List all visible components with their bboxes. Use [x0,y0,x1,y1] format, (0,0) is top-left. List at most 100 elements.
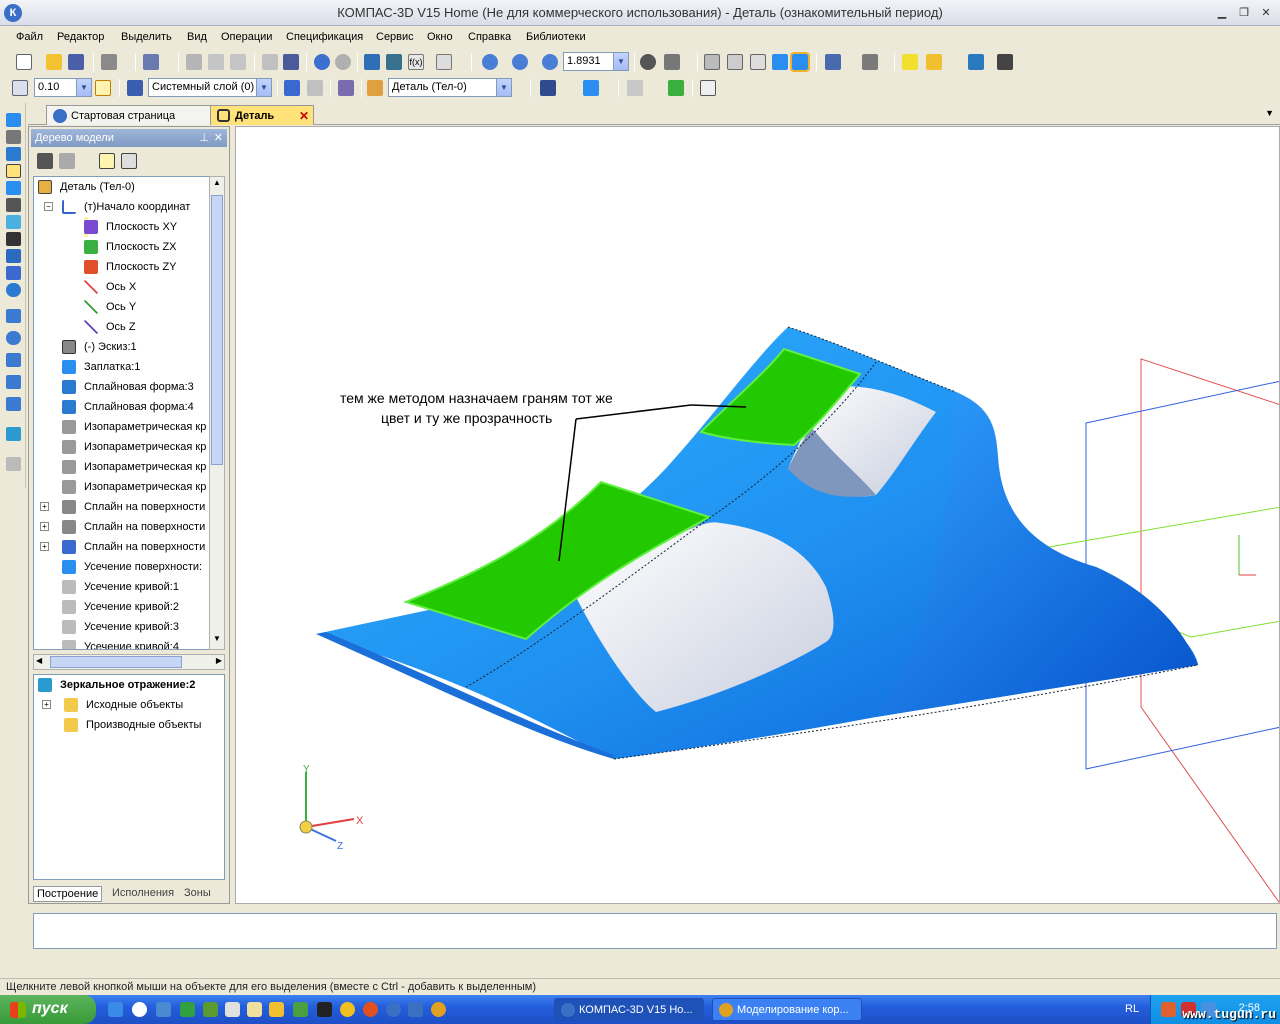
help-pointer-icon[interactable] [436,54,452,70]
quick-launch-icon[interactable] [408,1002,423,1017]
symmetry-icon[interactable] [6,457,21,471]
print-icon[interactable] [101,54,117,70]
menu-operations[interactable]: Операции [221,31,272,43]
editing-icon[interactable] [6,113,21,127]
restore-button[interactable]: ❐ [1236,5,1252,21]
media-icon[interactable] [132,1002,147,1017]
quick-launch-icon[interactable] [293,1002,308,1017]
zoom-window-icon[interactable] [482,54,498,70]
parameter-icon[interactable] [307,80,323,96]
tree-mode-icon[interactable] [99,153,115,169]
tree-horizontal-scrollbar[interactable]: ◀ ▶ [33,654,225,670]
tray-icon[interactable] [1161,1002,1176,1017]
quick-launch-icon[interactable] [203,1002,218,1017]
table-array-icon[interactable] [6,397,21,411]
point-array-icon[interactable] [6,375,21,389]
scroll-up-icon[interactable]: ▲ [211,178,223,192]
tab-start-page[interactable]: Стартовая страница [46,105,236,125]
tree-list-icon[interactable] [59,153,75,169]
spatial-curves-icon[interactable] [6,130,21,144]
part-select[interactable]: Деталь (Тел-0) ▼ [388,78,512,97]
hidden-lines-icon[interactable] [727,54,743,70]
layer-icon[interactable] [127,80,143,96]
menu-edit[interactable]: Редактор [57,31,104,43]
paste-icon[interactable] [230,54,246,70]
hidden-thin-icon[interactable] [750,54,766,70]
tab-detail[interactable]: Деталь ✕ [210,105,314,125]
zoom-icon[interactable] [512,54,528,70]
quick-launch-icon[interactable] [317,1002,332,1017]
menu-libraries[interactable]: Библиотеки [526,31,586,43]
expand-icon[interactable]: + [40,542,49,551]
menu-help[interactable]: Справка [468,31,511,43]
tree-structure-icon[interactable] [37,153,53,169]
chevron-down-icon[interactable]: ▼ [76,79,91,96]
mirror-icon[interactable] [6,427,21,441]
local-cs-icon[interactable] [284,80,300,96]
expand-icon[interactable]: + [42,700,51,709]
layer-select[interactable]: Системный слой (0) ▼ [148,78,272,97]
scroll-left-icon[interactable]: ◀ [36,656,42,665]
assembly-icon[interactable] [926,54,942,70]
quick-launch-icon[interactable] [269,1002,284,1017]
cut-icon[interactable] [186,54,202,70]
tab-zones[interactable]: Зоны [181,886,214,900]
chrome-icon[interactable] [431,1002,446,1017]
menu-select[interactable]: Выделить [121,31,172,43]
dimensions-icon[interactable] [6,198,21,212]
zoom-input[interactable]: 1.8931 ▼ [563,52,629,71]
dimension-icon[interactable] [700,80,716,96]
redo-icon[interactable] [335,54,351,70]
close-tab-icon[interactable]: ✕ [299,109,309,123]
menu-view[interactable]: Вид [187,31,207,43]
scroll-thumb[interactable] [50,656,182,668]
filters-icon[interactable] [6,215,21,229]
selection-filter-icon[interactable] [862,54,878,70]
model-viewport[interactable]: тем же методом назначаем граням тот же ц… [235,126,1280,904]
command-input[interactable] [33,913,1277,949]
undo-icon[interactable] [314,54,330,70]
measure-icon[interactable] [997,54,1013,70]
specification-icon[interactable] [6,232,21,246]
snap-grid-icon[interactable] [12,80,28,96]
quick-launch-icon[interactable] [363,1002,378,1017]
chevron-down-icon[interactable]: ▼ [613,53,628,70]
layers-manager-icon[interactable] [627,80,643,96]
menu-specification[interactable]: Спецификация [286,31,363,43]
function-icon[interactable]: f(x) [408,54,424,70]
task-browser[interactable]: Моделирование кор... [712,998,862,1021]
collapse-icon[interactable]: − [44,202,53,211]
variables-icon[interactable] [968,54,984,70]
menu-service[interactable]: Сервис [376,31,414,43]
circular-array-icon[interactable] [6,331,21,345]
new-document-icon[interactable] [16,54,32,70]
ie-icon[interactable] [108,1002,123,1017]
orient-normal-icon[interactable] [338,80,354,96]
close-icon[interactable]: ✕ [214,131,223,144]
section-icon[interactable] [668,80,684,96]
quick-launch-icon[interactable] [225,1002,240,1017]
material-icon[interactable] [540,80,556,96]
surfaces-icon[interactable] [6,147,21,161]
shaded-edges-icon[interactable] [790,52,810,72]
tree-vertical-scrollbar[interactable]: ▲ ▼ [209,176,225,650]
save-icon[interactable] [68,54,84,70]
color-icon[interactable] [583,80,599,96]
task-kompas[interactable]: КОМПАС-3D V15 Ho... [554,998,704,1021]
orientation-icon[interactable] [664,54,680,70]
scroll-down-icon[interactable]: ▼ [211,634,223,648]
kompas-icon[interactable] [386,1002,401,1017]
step-input[interactable]: 0.10 ▼ [34,78,92,97]
tab-construction[interactable]: Построение [33,886,103,902]
sheet-metal-icon[interactable] [6,283,21,297]
scroll-right-icon[interactable]: ▶ [216,656,222,665]
language-indicator[interactable]: RL [1125,1003,1139,1015]
scroll-thumb[interactable] [211,195,223,465]
notepad-icon[interactable] [247,1002,262,1017]
zoom-scale-icon[interactable] [542,54,558,70]
close-button[interactable]: ✕ [1258,5,1274,21]
part-icon[interactable] [902,54,918,70]
chevron-down-icon[interactable]: ▼ [496,79,511,96]
wireframe-icon[interactable] [704,54,720,70]
menu-window[interactable]: Окно [427,31,453,43]
